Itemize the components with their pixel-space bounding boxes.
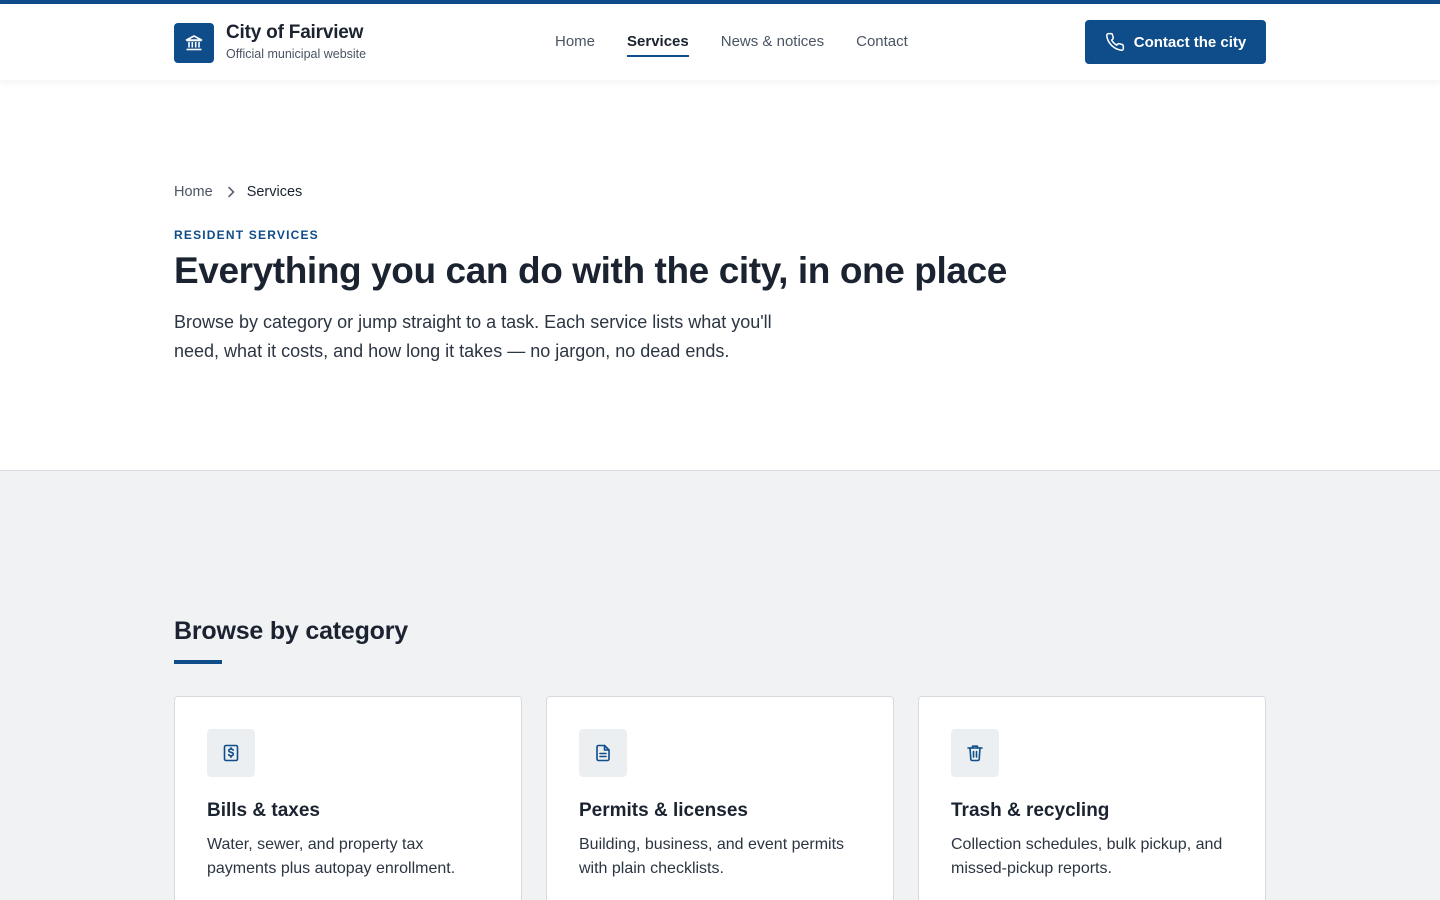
category-cards: Bills & taxes Water, sewer, and property…	[174, 696, 1266, 900]
hero-lead: Browse by category or jump straight to a…	[174, 312, 772, 361]
nav-link-services[interactable]: Services	[627, 32, 689, 57]
category-card-description: Collection schedules, bulk pickup, and m…	[951, 836, 1223, 877]
document-icon	[579, 729, 627, 777]
hero-eyebrow: Resident services	[174, 228, 319, 242]
site-brand[interactable]: City of Fairview Official municipal webs…	[174, 22, 366, 63]
main-nav: Home Services News & notices Contact	[555, 4, 940, 80]
category-card-title: Trash & recycling	[951, 800, 1110, 821]
section-title: Browse by category	[174, 617, 408, 645]
phone-icon	[1105, 32, 1125, 52]
trash-can-icon	[951, 729, 999, 777]
category-card-title: Permits & licenses	[579, 800, 748, 821]
category-card-permits[interactable]: Permits & licenses Building, business, a…	[546, 696, 894, 900]
dollar-receipt-icon	[207, 729, 255, 777]
nav-link-home[interactable]: Home	[555, 32, 595, 52]
category-card-trash[interactable]: Trash & recycling Collection schedules, …	[918, 696, 1266, 900]
nav-link-contact[interactable]: Contact	[856, 32, 908, 52]
contact-city-label: Contact the city	[1133, 33, 1247, 51]
nav-link-news[interactable]: News & notices	[721, 32, 824, 52]
site-tagline: Official municipal website	[226, 47, 367, 61]
site-header: City of Fairview Official municipal webs…	[0, 4, 1440, 80]
chevron-right-icon	[227, 186, 235, 198]
contact-city-button[interactable]: Contact the city	[1085, 20, 1266, 64]
category-card-title: Bills & taxes	[207, 800, 320, 821]
breadcrumb-home-link[interactable]: Home	[174, 184, 213, 200]
section-title-rule	[174, 660, 222, 664]
breadcrumb-current: Services	[246, 184, 303, 200]
category-card-bills[interactable]: Bills & taxes Water, sewer, and property…	[174, 696, 522, 900]
page-title: Everything you can do with the city, in …	[174, 250, 1007, 291]
category-card-description: Building, business, and event permits wi…	[579, 836, 845, 877]
category-card-description: Water, sewer, and property tax payments …	[207, 836, 456, 877]
categories-section: Browse by category Bills & taxes Water, …	[0, 470, 1440, 900]
breadcrumb: Home Services	[174, 184, 302, 200]
building-columns-icon	[174, 22, 214, 63]
site-name: City of Fairview	[226, 22, 364, 43]
